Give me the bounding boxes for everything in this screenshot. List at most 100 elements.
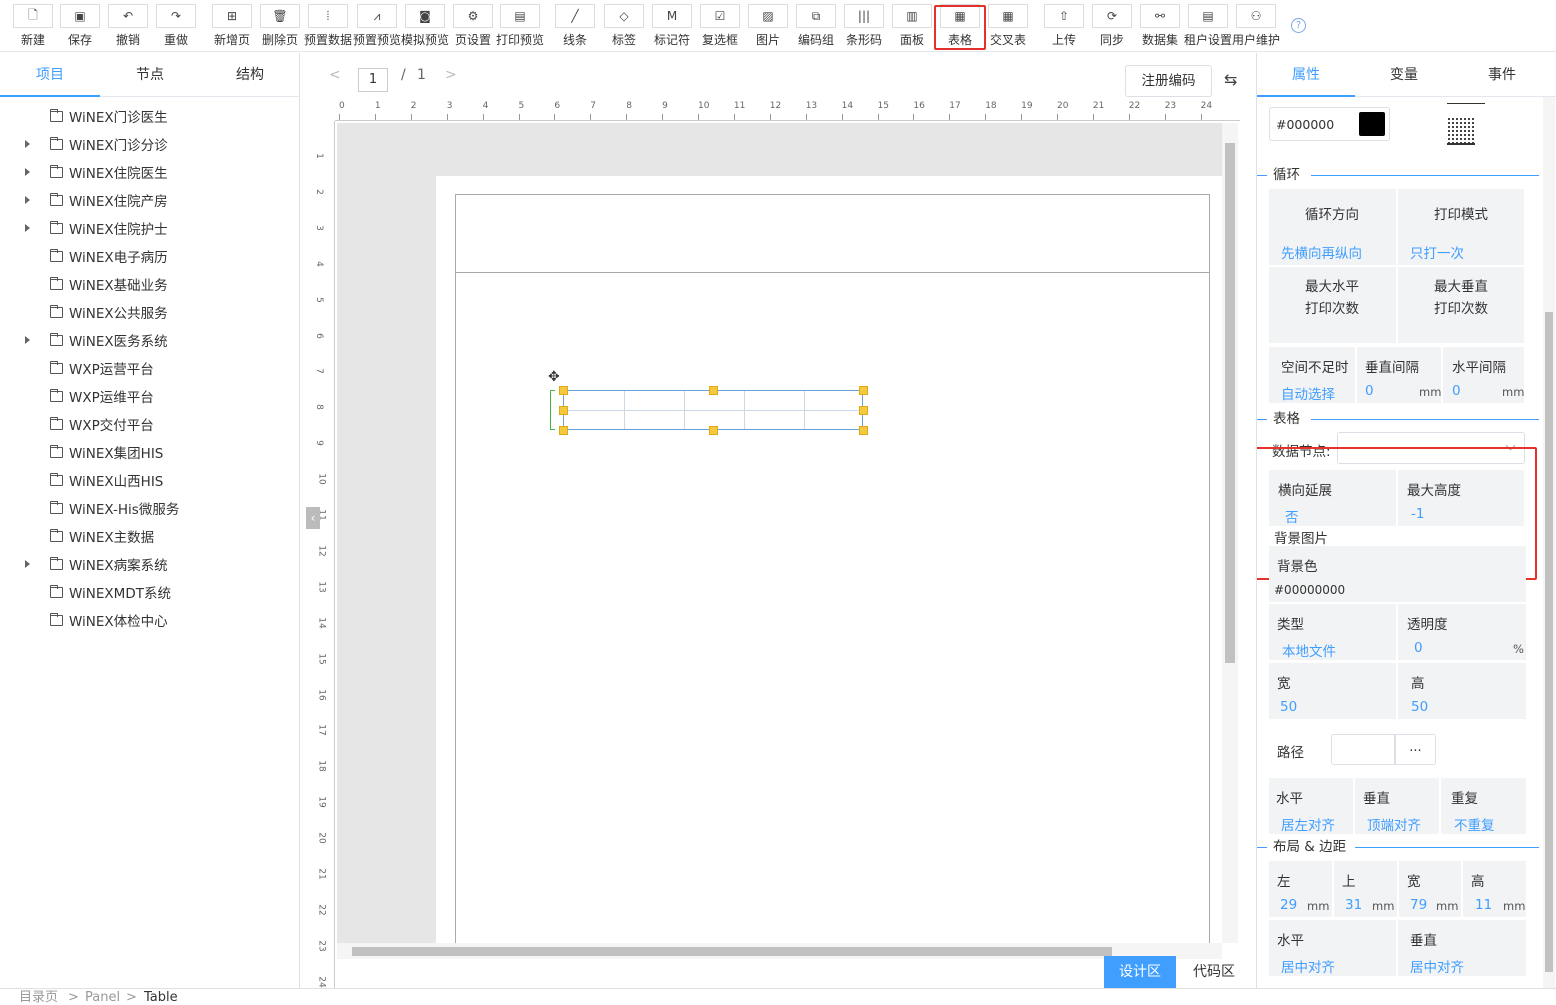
resize-handle-r[interactable] <box>859 406 868 415</box>
caret-right-icon[interactable] <box>25 336 30 344</box>
background-width-cell[interactable]: 宽 50 <box>1269 663 1396 719</box>
swap-icon[interactable]: ⇆ <box>1224 70 1237 89</box>
bg-horizontal-align-value[interactable]: 居左对齐 <box>1281 814 1335 834</box>
tree-node[interactable]: WiNEX电子病历 <box>0 242 300 270</box>
background-width-value[interactable]: 50 <box>1280 699 1297 715</box>
tree-node[interactable]: WXP运营平台 <box>0 354 300 382</box>
crosstab-button[interactable]: ▦ 交叉表 <box>988 4 1028 50</box>
layout-width-cell[interactable]: 宽 79 mm <box>1399 861 1461 917</box>
tree-node[interactable]: WiNEX基础业务 <box>0 270 300 298</box>
gear-button[interactable]: ⚙ 页设置 <box>453 4 493 50</box>
layout-vertical-align-value[interactable]: 居中对齐 <box>1410 956 1464 976</box>
bg-repeat-cell[interactable]: 重复 不重复 <box>1441 778 1526 834</box>
panel-button[interactable]: ▥ 面板 <box>892 4 932 50</box>
collapse-left-panel-button[interactable]: ‹ <box>306 507 320 529</box>
tab-structure[interactable]: 结构 <box>200 53 300 97</box>
resize-handle-bl[interactable] <box>559 426 568 435</box>
layout-top-value[interactable]: 31 <box>1345 897 1362 913</box>
code-group-button[interactable]: ⧉ 编码组 <box>796 4 836 50</box>
layout-vertical-align-cell[interactable]: 垂直 居中对齐 <box>1398 920 1526 976</box>
tenant-settings-button[interactable]: ▤ 租户设置 <box>1184 4 1232 50</box>
browse-button[interactable]: ... <box>1395 734 1436 765</box>
border-style-icon[interactable] <box>1447 117 1475 145</box>
image-button[interactable]: ▨ 图片 <box>748 4 788 50</box>
redo-button[interactable]: ↷ 重做 <box>156 4 196 50</box>
prev-page-button[interactable]: < <box>329 67 341 83</box>
background-color-cell[interactable]: 背景色 #00000000 <box>1269 546 1526 602</box>
opacity-value[interactable]: 0 <box>1414 640 1423 656</box>
background-color-value[interactable]: #00000000 <box>1274 583 1345 597</box>
tree-node[interactable]: WiNEX门诊分诊 <box>0 130 300 158</box>
undo-button[interactable]: ↶ 撤销 <box>108 4 148 50</box>
vertical-gap-cell[interactable]: 垂直间隔 0 mm <box>1357 347 1441 403</box>
scroll-thumb[interactable] <box>1225 143 1235 663</box>
loop-direction-value[interactable]: 先横向再纵向 <box>1281 242 1362 262</box>
print-mode-cell[interactable]: 打印模式 只打一次 <box>1398 189 1524 265</box>
bg-vertical-align-cell[interactable]: 垂直 顶端对齐 <box>1355 778 1439 834</box>
background-height-cell[interactable]: 高 50 <box>1398 663 1526 719</box>
page-number-input[interactable]: 1 <box>358 68 388 92</box>
layout-width-value[interactable]: 79 <box>1410 897 1427 913</box>
layout-height-value[interactable]: 11 <box>1475 897 1492 913</box>
tab-events[interactable]: 事件 <box>1453 53 1551 97</box>
loop-direction-cell[interactable]: 循环方向 先横向再纵向 <box>1269 189 1396 265</box>
caret-right-icon[interactable] <box>25 168 30 176</box>
color-swatch[interactable] <box>1359 112 1385 136</box>
resize-handle-l[interactable] <box>559 406 568 415</box>
add-page-button[interactable]: ⊞ 新增页 <box>212 4 252 50</box>
tree-node[interactable]: WiNEXMDT系统 <box>0 578 300 606</box>
layout-left-value[interactable]: 29 <box>1280 897 1297 913</box>
breadcrumb-item[interactable]: Panel <box>85 989 120 1005</box>
barcode-button[interactable]: ||| 条形码 <box>844 4 884 50</box>
trash-button[interactable]: 🗑 删除页 <box>260 4 300 50</box>
tree-node[interactable]: WXP运维平台 <box>0 382 300 410</box>
save-button[interactable]: ▣ 保存 <box>60 4 100 50</box>
bg-vertical-align-value[interactable]: 顶端对齐 <box>1367 814 1421 834</box>
breadcrumb-item[interactable]: 目录页 <box>19 989 58 1005</box>
tree-node[interactable]: WiNEX主数据 <box>0 522 300 550</box>
caret-right-icon[interactable] <box>25 140 30 148</box>
space-insufficient-value[interactable]: 自动选择 <box>1281 383 1335 403</box>
sync-button[interactable]: ⟳ 同步 <box>1092 4 1132 50</box>
marker-button[interactable]: M 标记符 <box>652 4 692 50</box>
scroll-thumb[interactable] <box>352 947 1112 956</box>
layout-horizontal-align-value[interactable]: 居中对齐 <box>1281 956 1335 976</box>
code-area-button[interactable]: 代码区 <box>1178 956 1250 988</box>
caret-right-icon[interactable] <box>25 224 30 232</box>
max-vertical-cell[interactable]: 最大垂直 打印次数 <box>1398 267 1524 343</box>
tree-node[interactable]: WiNEX门诊医生 <box>0 102 300 130</box>
tree-node[interactable]: WiNEX公共服务 <box>0 298 300 326</box>
canvas[interactable]: ✥ <box>337 123 1222 943</box>
paper-page[interactable]: ✥ <box>436 176 1222 943</box>
tree-node[interactable]: WiNEX集团HIS <box>0 438 300 466</box>
tree-node[interactable]: WiNEX住院产房 <box>0 186 300 214</box>
layout-height-cell[interactable]: 高 11 mm <box>1463 861 1526 917</box>
help-icon[interactable]: ? <box>1291 18 1306 33</box>
table-element[interactable] <box>563 390 863 430</box>
design-area-button[interactable]: 设计区 <box>1104 956 1176 988</box>
vertical-scrollbar[interactable] <box>1222 123 1238 943</box>
move-icon[interactable]: ✥ <box>548 369 560 385</box>
tree-node[interactable]: WXP交付平台 <box>0 410 300 438</box>
tree-node[interactable]: WiNEX-His微服务 <box>0 494 300 522</box>
tree-node[interactable]: WiNEX山西HIS <box>0 466 300 494</box>
max-horizontal-cell[interactable]: 最大水平 打印次数 <box>1269 267 1396 343</box>
caret-right-icon[interactable] <box>25 560 30 568</box>
tree-node[interactable]: WiNEX医务系统 <box>0 326 300 354</box>
opacity-cell[interactable]: 透明度 0 % <box>1398 604 1526 660</box>
resize-handle-t[interactable] <box>709 386 718 395</box>
scroll-thumb[interactable] <box>1545 312 1553 972</box>
print-preview-button[interactable]: ▤ 打印预览 <box>496 4 544 50</box>
tree-node[interactable]: WiNEX病案系统 <box>0 550 300 578</box>
print-mode-value[interactable]: 只打一次 <box>1410 242 1464 262</box>
tab-project[interactable]: 项目 <box>0 53 100 97</box>
path-input[interactable] <box>1331 734 1395 765</box>
resize-handle-br[interactable] <box>859 426 868 435</box>
background-type-value[interactable]: 本地文件 <box>1282 640 1336 660</box>
user-button[interactable]: ⚇ 用户维护 <box>1232 4 1280 50</box>
upload-button[interactable]: ⇧ 上传 <box>1044 4 1084 50</box>
tab-properties[interactable]: 属性 <box>1257 53 1355 97</box>
right-scrollbar[interactable] <box>1543 97 1555 988</box>
tree-node[interactable]: WiNEX体检中心 <box>0 606 300 634</box>
vertical-gap-value[interactable]: 0 <box>1365 383 1374 399</box>
